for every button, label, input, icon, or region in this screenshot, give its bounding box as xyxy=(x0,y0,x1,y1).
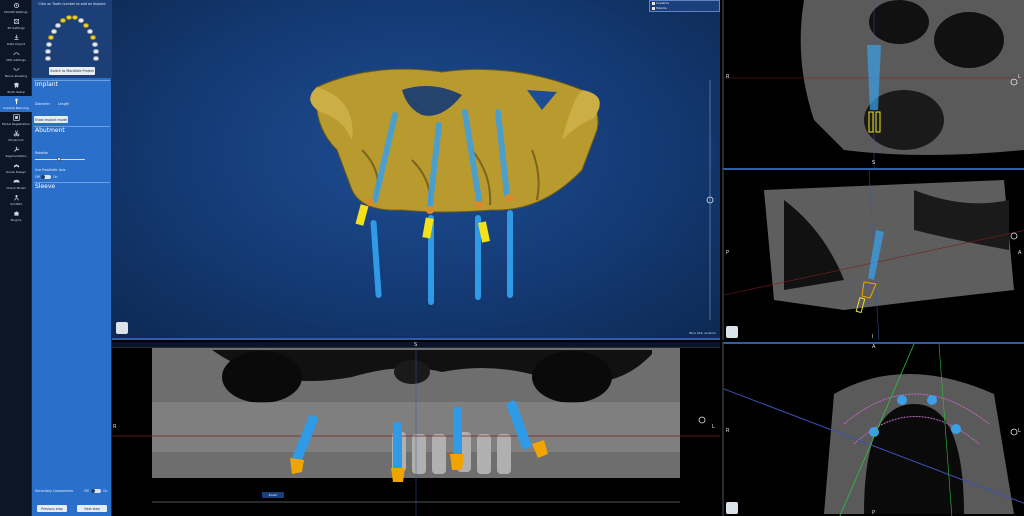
puzzle-icon xyxy=(13,211,19,216)
toolbar-item-segmentation[interactable]: Segmentation xyxy=(0,144,32,160)
object-legend[interactable]: Implants Maxilla xyxy=(649,0,720,12)
next-step-button[interactable]: Next step xyxy=(77,505,107,512)
tooth-16[interactable] xyxy=(46,42,52,47)
toolbar-item-plugins[interactable]: Plugins xyxy=(0,208,32,224)
switch-mandible-button[interactable]: Switch to Mandible Project xyxy=(49,67,95,75)
guide-icon xyxy=(13,164,19,168)
arch-marker-posterior: P xyxy=(872,510,876,516)
tooth-12[interactable] xyxy=(60,18,66,23)
toolbar-item-guide[interactable]: Guide Design xyxy=(0,160,32,176)
tooth-22[interactable] xyxy=(78,18,84,23)
axial-slice-image xyxy=(724,0,1024,168)
viewport-3d[interactable]: Implants Maxilla Blue Skin Anatom xyxy=(112,0,720,340)
tooth-chart: Click on Tooth number to add an Implant … xyxy=(32,0,112,78)
toolbar-item-tooth[interactable]: Tooth Setup xyxy=(0,80,32,96)
toolbar-item-cut[interactable]: Model Cut xyxy=(0,128,32,144)
panoramic-image xyxy=(112,348,720,516)
secondary-components-toggle[interactable] xyxy=(91,489,101,493)
tooth-24[interactable] xyxy=(87,29,93,34)
previous-step-button[interactable]: Previous step xyxy=(37,505,67,512)
prosthetic-axis-on-label: On xyxy=(53,175,58,179)
import-icon xyxy=(13,34,19,40)
sleeve-section-title: Sleeve xyxy=(35,183,56,190)
tooth-18[interactable] xyxy=(45,56,51,61)
tooth-23[interactable] xyxy=(83,23,89,28)
rotation-slider-handle[interactable] xyxy=(57,157,61,161)
tooth-26[interactable] xyxy=(92,42,98,47)
toolbar-item-smilwiz[interactable]: SmilWiz xyxy=(0,192,32,208)
axial-arch-view[interactable]: R L A P xyxy=(722,342,1024,516)
registration-icon xyxy=(12,114,20,121)
toolbar-item-nerve[interactable]: Nerve Drawing xyxy=(0,64,32,80)
panoramic-marker-right: R xyxy=(113,424,117,430)
sagittal-marker-anterior: A xyxy=(1018,250,1022,256)
scissors-icon xyxy=(13,130,19,137)
skull-orientation-icon[interactable] xyxy=(726,502,738,514)
cross-section-view[interactable]: P A I xyxy=(722,168,1024,340)
smile-icon xyxy=(13,195,19,201)
toolbar-item-check[interactable]: Check Model xyxy=(0,176,32,192)
prosthetic-axis-label: Use Prosthetic Axis xyxy=(35,168,66,172)
toolbar-item-implant[interactable]: Implant Planning xyxy=(0,96,32,112)
toolbar-item-opg[interactable]: OPG Settings xyxy=(0,48,32,64)
panoramic-view[interactable]: R L S Zoom xyxy=(112,342,720,516)
toolbar-item-dicom[interactable]: DICOM Settings xyxy=(0,0,32,16)
axial-slice-view[interactable]: R L S xyxy=(722,0,1024,168)
tooth-25[interactable] xyxy=(90,35,96,40)
abutment-section-title: Abutment xyxy=(35,127,65,134)
secondary-components-label: Secondary Components xyxy=(35,489,74,493)
arch-marker-anterior: A xyxy=(872,344,876,350)
tooth-14[interactable] xyxy=(51,29,57,34)
settings-panel: Click on Tooth number to add an Implant … xyxy=(32,0,112,516)
axial-marker-superior: S xyxy=(872,160,876,166)
panoramic-marker-left: L xyxy=(712,424,715,430)
diameter-label: Diameter xyxy=(35,102,50,106)
check-icon xyxy=(13,179,19,183)
skull-orientation-icon[interactable] xyxy=(116,322,128,334)
wrench-icon xyxy=(13,146,19,152)
tooth-15[interactable] xyxy=(48,35,54,40)
implant-icon xyxy=(14,98,18,105)
cube-icon xyxy=(13,19,19,24)
toolbar-item-import[interactable]: Data Import xyxy=(0,32,32,48)
legend-item-maxilla[interactable]: Maxilla xyxy=(650,6,719,11)
axial-arch-image xyxy=(724,344,1024,516)
brand-watermark: Blue Skin Anatom xyxy=(689,331,716,335)
tooth-icon xyxy=(13,82,19,89)
nerve-icon xyxy=(12,67,20,71)
axial-marker-right: R xyxy=(726,74,730,80)
toolbar-item-registration[interactable]: Model Registration xyxy=(0,112,32,128)
tooth-13[interactable] xyxy=(55,23,61,28)
gear-icon xyxy=(13,2,19,9)
prosthetic-axis-toggle[interactable] xyxy=(41,175,51,179)
panorama-icon xyxy=(12,52,20,56)
skull-orientation-icon[interactable] xyxy=(726,326,738,338)
secondary-off-label: Off xyxy=(84,489,89,493)
sagittal-marker-posterior: P xyxy=(726,250,730,256)
maxilla-3d-model xyxy=(310,68,714,320)
prosthetic-axis-off-label: Off xyxy=(35,175,40,179)
zoom-badge[interactable]: Zoom xyxy=(262,492,284,498)
secondary-on-label: On xyxy=(103,489,108,493)
sagittal-marker-inferior: I xyxy=(872,334,874,340)
tooth-27[interactable] xyxy=(93,49,99,54)
show-implant-model-button[interactable]: Show implant model xyxy=(34,116,68,123)
length-label: Length xyxy=(58,102,69,106)
tooth-28[interactable] xyxy=(93,56,99,61)
module-toolbar: DICOM Settings 3D Settings Data Import O… xyxy=(0,0,32,516)
tooth-chart-hint: Click on Tooth number to add an Implant xyxy=(38,2,106,6)
tooth-17[interactable] xyxy=(45,49,51,54)
arch-marker-left: L xyxy=(1018,428,1021,434)
axial-marker-left: L xyxy=(1018,74,1021,80)
toolbar-item-3d[interactable]: 3D Settings xyxy=(0,16,32,32)
arch-marker-right: R xyxy=(726,428,730,434)
panoramic-marker-superior: S xyxy=(414,342,418,348)
rotation-label: Rotation xyxy=(35,151,49,155)
cross-section-image xyxy=(724,170,1024,340)
implant-section-title: Implant xyxy=(35,81,58,88)
